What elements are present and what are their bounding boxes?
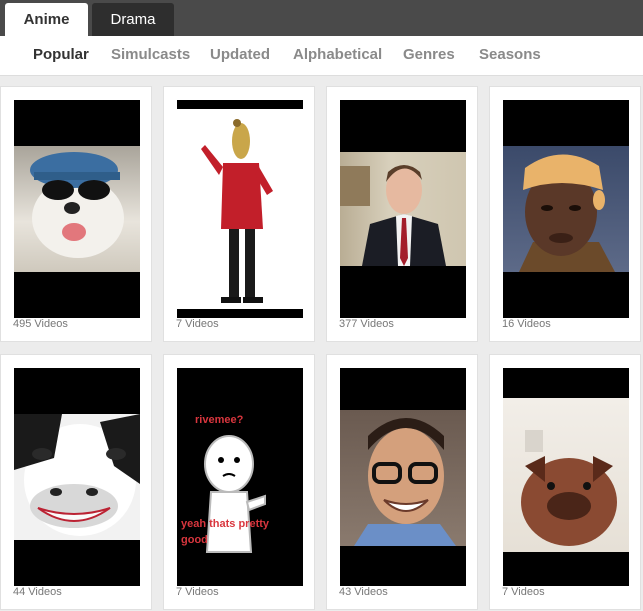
subnav-popular[interactable]: Popular — [33, 36, 89, 76]
series-card[interactable]: 43 Videos — [326, 354, 478, 610]
category-nav: Popular Simulcasts Updated Alphabetical … — [0, 36, 643, 76]
series-thumbnail — [503, 368, 629, 586]
series-card[interactable]: 44 Videos — [0, 354, 152, 610]
series-card[interactable]: 495 Videos — [0, 86, 152, 342]
series-card[interactable]: 7 Videos — [163, 86, 315, 342]
subnav-updated[interactable]: Updated — [210, 36, 270, 76]
video-count: 377 Videos — [339, 318, 394, 330]
tab-drama[interactable]: Drama — [92, 3, 174, 36]
series-card[interactable]: rivemee? yeah thats pretty good 7 Videos — [163, 354, 315, 610]
video-count: 7 Videos — [176, 586, 219, 598]
meme-text-middle: yeah thats pretty — [181, 518, 270, 530]
subnav-simulcasts[interactable]: Simulcasts — [111, 36, 190, 76]
series-thumbnail — [340, 368, 466, 586]
series-card[interactable]: 377 Videos — [326, 86, 478, 342]
series-grid: 495 Videos 7 Videos 377 Videos 16 Videos… — [0, 86, 643, 611]
series-thumbnail: rivemee? yeah thats pretty good — [177, 368, 303, 586]
video-count: 16 Videos — [502, 318, 551, 330]
series-card[interactable]: 7 Videos — [489, 354, 641, 610]
meme-text-bottom: good — [181, 534, 208, 546]
video-count: 44 Videos — [13, 586, 62, 598]
subnav-genres[interactable]: Genres — [403, 36, 455, 76]
top-tab-bar: Anime Drama — [0, 0, 643, 36]
series-thumbnail — [503, 100, 629, 318]
tab-anime[interactable]: Anime — [5, 3, 88, 36]
subnav-seasons[interactable]: Seasons — [479, 36, 541, 76]
meme-text-top: rivemee? — [195, 414, 244, 426]
series-thumbnail — [14, 100, 140, 318]
video-count: 495 Videos — [13, 318, 68, 330]
series-card[interactable]: 16 Videos — [489, 86, 641, 342]
video-count: 43 Videos — [339, 586, 388, 598]
video-count: 7 Videos — [502, 586, 545, 598]
series-thumbnail — [14, 368, 140, 586]
video-count: 7 Videos — [176, 318, 219, 330]
subnav-alphabetical[interactable]: Alphabetical — [293, 36, 382, 76]
series-thumbnail — [340, 100, 466, 318]
series-thumbnail — [177, 100, 303, 318]
